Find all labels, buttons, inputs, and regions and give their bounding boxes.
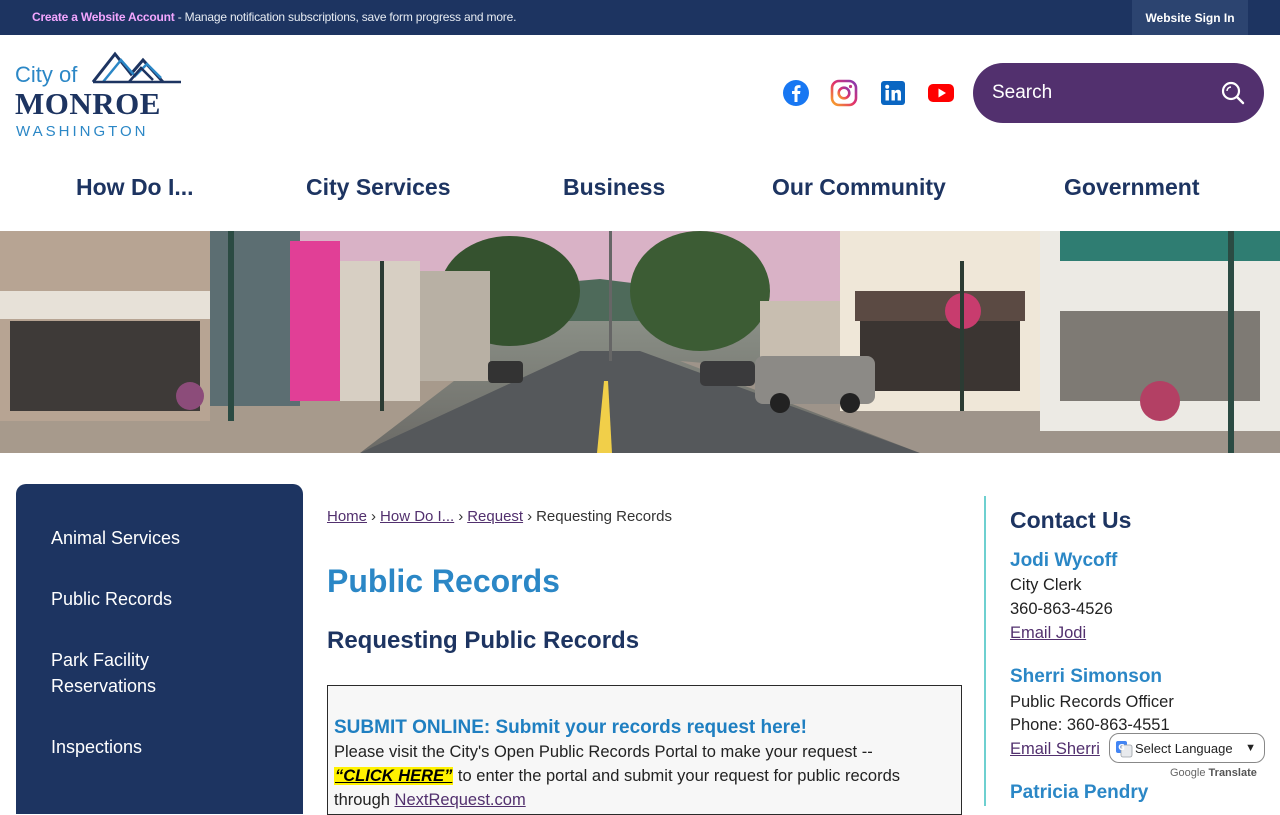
page-title: Public Records xyxy=(327,563,560,599)
google-word: Google xyxy=(1170,767,1206,779)
sidebar-item-public-records[interactable]: Public Records xyxy=(51,586,172,612)
sidebar-item-park-facility-reservations[interactable]: Park Facility Reservations xyxy=(51,647,211,699)
logo-washington: WASHINGTON xyxy=(16,123,149,140)
contact-name: Patricia Pendry xyxy=(1010,782,1149,803)
google-translate-credit: Google Translate xyxy=(1170,767,1257,779)
account-promo: Create a Website Account - Manage notifi… xyxy=(32,10,516,24)
sidebar-item-inspections[interactable]: Inspections xyxy=(51,734,142,760)
instagram-icon[interactable] xyxy=(830,79,858,107)
portal-instructions-3: through NextRequest.com xyxy=(334,791,526,810)
nav-business[interactable]: Business xyxy=(563,174,665,201)
contact-us-panel: Contact Us Jodi Wycoff City Clerk 360-86… xyxy=(1010,505,1270,803)
contact-heading: Contact Us xyxy=(1010,507,1132,533)
contact-phone: 360-863-4526 xyxy=(1010,600,1113,618)
column-divider xyxy=(984,496,986,806)
email-jodi-link[interactable]: Email Jodi xyxy=(1010,624,1086,643)
nav-city-services[interactable]: City Services xyxy=(306,174,450,201)
portal-instructions-2: “CLICK HERE” to enter the portal and sub… xyxy=(334,767,900,786)
translate-word: Translate xyxy=(1208,767,1257,779)
submit-online-heading: SUBMIT ONLINE: Submit your records reque… xyxy=(334,717,807,738)
breadcrumb-current: Requesting Records xyxy=(536,508,672,525)
side-nav: Animal Services Public Records Park Faci… xyxy=(16,484,303,814)
breadcrumb: Home › How Do I... › Request › Requesting Reco… xyxy=(327,508,672,525)
submit-online-box: SUBMIT ONLINE: Submit your records reque… xyxy=(327,685,962,815)
logo-city-of: City of xyxy=(15,62,78,87)
contact-name: Sherri Simonson xyxy=(1010,666,1163,687)
facebook-icon[interactable] xyxy=(782,79,810,107)
portal-instructions: Please visit the City's Open Public Reco… xyxy=(334,743,873,761)
breadcrumb-separator: › xyxy=(527,508,533,525)
search-bar xyxy=(973,63,1264,123)
nextrequest-link[interactable]: NextRequest.com xyxy=(395,791,526,809)
through-text: through xyxy=(334,791,395,809)
email-sherri-link[interactable]: Email Sherri xyxy=(1010,740,1100,759)
page-subtitle: Requesting Public Records xyxy=(327,627,640,654)
hero-banner-image xyxy=(0,231,1280,453)
city-logo[interactable]: City of MONROE WASHINGTON xyxy=(15,46,181,142)
breadcrumb-how-do-i[interactable]: How Do I... xyxy=(380,508,454,525)
logo-monroe: MONROE xyxy=(15,86,161,121)
google-translate-icon: G xyxy=(1116,741,1133,758)
portal-instructions-rest: to enter the portal and submit your requ… xyxy=(453,767,900,785)
breadcrumb-separator: › xyxy=(458,508,464,525)
search-icon[interactable] xyxy=(1220,80,1246,106)
language-select[interactable]: G Select Language ▼ xyxy=(1109,733,1265,763)
mountain-logo-icon xyxy=(91,51,181,84)
main-nav: How Do I... City Services Business Our C… xyxy=(0,170,1280,210)
click-here-link[interactable]: “CLICK HERE” xyxy=(334,767,454,785)
nav-how-do-i[interactable]: How Do I... xyxy=(76,174,194,201)
website-sign-in-button[interactable]: Website Sign In xyxy=(1132,0,1248,35)
create-account-link[interactable]: Create a Website Account xyxy=(32,10,175,24)
nav-government[interactable]: Government xyxy=(1064,174,1199,201)
search-input[interactable] xyxy=(992,78,1212,108)
svg-text:G: G xyxy=(1118,743,1125,752)
sidebar-item-animal-services[interactable]: Animal Services xyxy=(51,525,180,551)
contact-title: Public Records Officer xyxy=(1010,693,1174,711)
breadcrumb-request[interactable]: Request xyxy=(467,508,523,525)
breadcrumb-separator: › xyxy=(371,508,377,525)
contact-name: Jodi Wycoff xyxy=(1010,550,1118,571)
promo-text: - Manage notification subscriptions, sav… xyxy=(174,10,517,24)
contact-title: City Clerk xyxy=(1010,576,1082,594)
breadcrumb-home[interactable]: Home xyxy=(327,508,367,525)
youtube-icon[interactable] xyxy=(927,79,955,107)
top-bar: Create a Website Account - Manage notifi… xyxy=(0,0,1280,35)
chevron-down-icon: ▼ xyxy=(1245,742,1256,754)
linkedin-icon[interactable] xyxy=(879,79,907,107)
nav-our-community[interactable]: Our Community xyxy=(772,174,946,201)
language-select-label: Select Language xyxy=(1135,741,1233,756)
